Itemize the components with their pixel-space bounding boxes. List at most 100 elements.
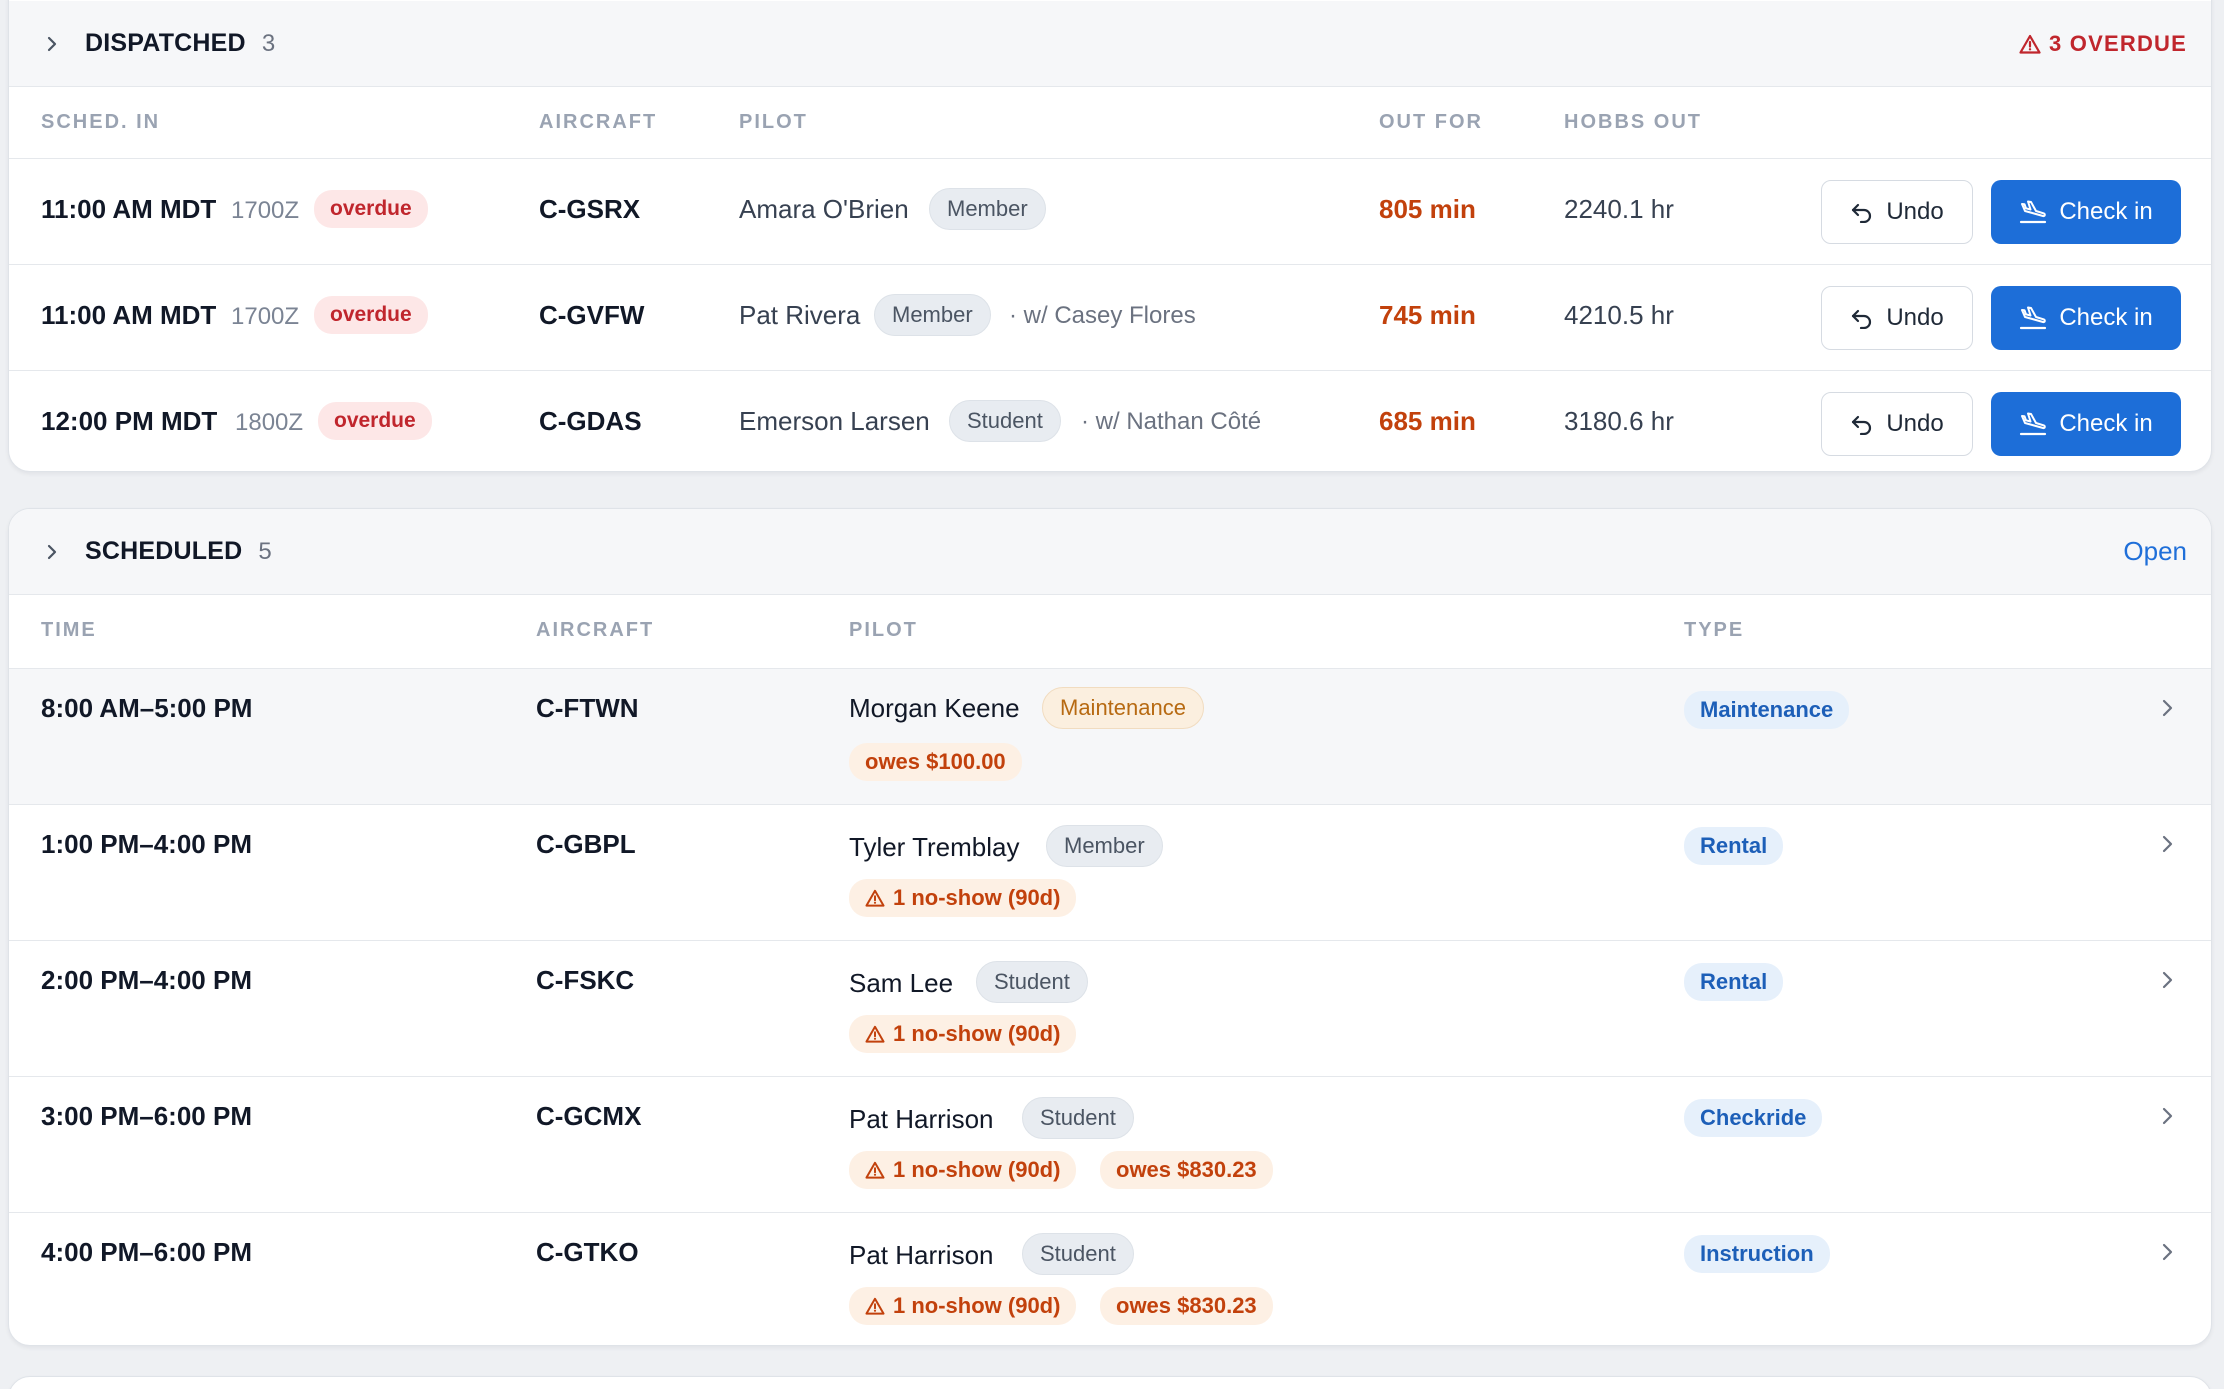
chevron-right-icon[interactable] xyxy=(2152,829,2182,859)
pilot-name[interactable]: Pat Harrison xyxy=(849,1104,994,1135)
undo-button[interactable]: Undo xyxy=(1821,180,1973,244)
chevron-right-icon[interactable] xyxy=(37,537,67,567)
table-row: 12:00 PM MDT 1800Z overdue C-GDAS Emerso… xyxy=(9,371,2211,471)
chevron-right-icon[interactable] xyxy=(2152,1101,2182,1131)
aircraft-tail[interactable]: C-FSKC xyxy=(536,965,634,996)
out-for-value: 685 min xyxy=(1379,406,1476,436)
undo-button[interactable]: Undo xyxy=(1821,392,1973,456)
chevron-right-icon[interactable] xyxy=(2152,693,2182,723)
table-row: 11:00 AM MDT 1700Z overdue C-GVFW Pat Ri… xyxy=(9,265,2211,371)
hobbs-value: 4210.5 hr xyxy=(1564,300,1674,330)
chevron-right-icon[interactable] xyxy=(37,29,67,59)
slot-time: 3:00 PM–6:00 PM xyxy=(41,1101,252,1131)
scheduled-panel: SCHEDULED 5 Open TIME AIRCRAFT PILOT TYP… xyxy=(8,508,2212,1346)
role-badge: Member xyxy=(1046,825,1163,867)
table-row[interactable]: 1:00 PM–4:00 PM C-GBPL Tyler Tremblay Me… xyxy=(9,805,2211,941)
open-link[interactable]: Open xyxy=(2123,536,2187,567)
next-panel xyxy=(8,1376,2212,1389)
hobbs-value: 2240.1 hr xyxy=(1564,194,1674,224)
no-show-badge: 1 no-show (90d) xyxy=(849,1287,1077,1325)
scheduled-title: SCHEDULED xyxy=(85,537,243,565)
out-for-value: 805 min xyxy=(1379,194,1476,224)
dispatched-panel: DISPATCHED 3 3 OVERDUE SCHED. IN AIRCRAF… xyxy=(8,0,2212,472)
aircraft-tail[interactable]: C-GCMX xyxy=(536,1101,641,1132)
chevron-right-icon[interactable] xyxy=(2152,965,2182,995)
role-badge: Student xyxy=(1022,1097,1134,1139)
check-in-label: Check in xyxy=(2059,304,2153,331)
role-badge: Student xyxy=(949,400,1061,442)
no-show-badge: 1 no-show (90d) xyxy=(849,1151,1077,1189)
sched-zulu: 1800Z xyxy=(235,409,304,436)
col-pilot: PILOT xyxy=(849,619,918,641)
out-for-value: 745 min xyxy=(1379,300,1476,330)
check-in-button[interactable]: Check in xyxy=(1991,392,2181,456)
pilot-name[interactable]: Emerson Larsen xyxy=(739,406,930,437)
scheduled-count: 5 xyxy=(258,537,272,565)
aircraft-tail[interactable]: C-FTWN xyxy=(536,693,639,724)
pilot-name[interactable]: Pat Rivera xyxy=(739,300,860,331)
undo-label: Undo xyxy=(1886,304,1944,331)
sched-time: 11:00 AM MDT xyxy=(41,194,217,224)
owes-badge: owes $830.23 xyxy=(1100,1287,1273,1325)
table-row[interactable]: 3:00 PM–6:00 PM C-GCMX Pat Harrison Stud… xyxy=(9,1077,2211,1213)
col-sched-in: SCHED. IN xyxy=(41,111,161,133)
aircraft-tail[interactable]: C-GDAS xyxy=(539,406,642,437)
pilot-name[interactable]: Morgan Keene xyxy=(849,693,1020,724)
type-badge: Checkride xyxy=(1684,1099,1823,1137)
status-badge: overdue xyxy=(314,296,428,334)
undo-label: Undo xyxy=(1886,198,1944,225)
airplane-landing-icon xyxy=(2019,412,2047,436)
dispatched-header[interactable]: DISPATCHED 3 3 OVERDUE xyxy=(9,1,2211,87)
warning-triangle-icon xyxy=(865,1297,885,1315)
sched-zulu: 1700Z xyxy=(231,303,300,330)
warning-triangle-icon xyxy=(2019,34,2041,54)
check-in-button[interactable]: Check in xyxy=(1991,180,2181,244)
dispatched-count: 3 xyxy=(261,29,276,57)
slot-time: 1:00 PM–4:00 PM xyxy=(41,829,252,859)
owes-badge: owes $100.00 xyxy=(849,743,1022,781)
check-in-button[interactable]: Check in xyxy=(1991,286,2181,350)
table-row[interactable]: 8:00 AM–5:00 PM C-FTWN Morgan Keene Main… xyxy=(9,669,2211,805)
no-show-badge: 1 no-show (90d) xyxy=(849,1015,1077,1053)
type-badge: Instruction xyxy=(1684,1235,1830,1273)
aircraft-tail[interactable]: C-GTKO xyxy=(536,1237,639,1268)
overdue-summary: 3 OVERDUE xyxy=(2019,31,2187,57)
no-show-badge: 1 no-show (90d) xyxy=(849,879,1077,917)
type-badge: Maintenance xyxy=(1684,691,1850,729)
overdue-summary-label: 3 OVERDUE xyxy=(2049,30,2187,56)
aircraft-tail[interactable]: C-GBPL xyxy=(536,829,636,860)
role-badge: Maintenance xyxy=(1042,687,1204,729)
aircraft-tail[interactable]: C-GSRX xyxy=(539,194,640,225)
aircraft-tail[interactable]: C-GVFW xyxy=(539,300,644,331)
pilot-name[interactable]: Amara O'Brien xyxy=(739,194,909,225)
sched-time: 11:00 AM MDT xyxy=(41,300,217,330)
table-row[interactable]: 2:00 PM–4:00 PM C-FSKC Sam Lee Student 1… xyxy=(9,941,2211,1077)
scheduled-header[interactable]: SCHEDULED 5 Open xyxy=(9,509,2211,595)
airplane-landing-icon xyxy=(2019,306,2047,330)
role-badge: Member xyxy=(874,294,991,336)
undo-arrow-icon xyxy=(1850,201,1874,223)
warning-triangle-icon xyxy=(865,1161,885,1179)
instructor-with: · w/ Nathan Côté xyxy=(1081,408,1262,435)
status-badge: overdue xyxy=(314,190,428,228)
dispatched-column-headers: SCHED. IN AIRCRAFT PILOT OUT FOR HOBBS O… xyxy=(9,87,2211,159)
instructor-with: · w/ Casey Flores xyxy=(1009,302,1196,329)
table-row[interactable]: 4:00 PM–6:00 PM C-GTKO Pat Harrison Stud… xyxy=(9,1213,2211,1345)
col-pilot: PILOT xyxy=(739,111,808,133)
airplane-landing-icon xyxy=(2019,200,2047,224)
col-out-for: OUT FOR xyxy=(1379,111,1483,133)
no-show-label: 1 no-show (90d) xyxy=(893,885,1061,910)
pilot-name[interactable]: Tyler Tremblay xyxy=(849,832,1020,863)
chevron-right-icon[interactable] xyxy=(2152,1237,2182,1267)
pilot-name[interactable]: Sam Lee xyxy=(849,968,953,999)
pilot-name[interactable]: Pat Harrison xyxy=(849,1240,994,1271)
undo-label: Undo xyxy=(1886,410,1944,437)
no-show-label: 1 no-show (90d) xyxy=(893,1157,1061,1182)
undo-arrow-icon xyxy=(1850,307,1874,329)
col-hobbs-out: HOBBS OUT xyxy=(1564,111,1702,133)
warning-triangle-icon xyxy=(865,1025,885,1043)
type-badge: Rental xyxy=(1684,827,1784,865)
role-badge: Member xyxy=(929,188,1046,230)
hobbs-value: 3180.6 hr xyxy=(1564,406,1674,436)
undo-button[interactable]: Undo xyxy=(1821,286,1973,350)
